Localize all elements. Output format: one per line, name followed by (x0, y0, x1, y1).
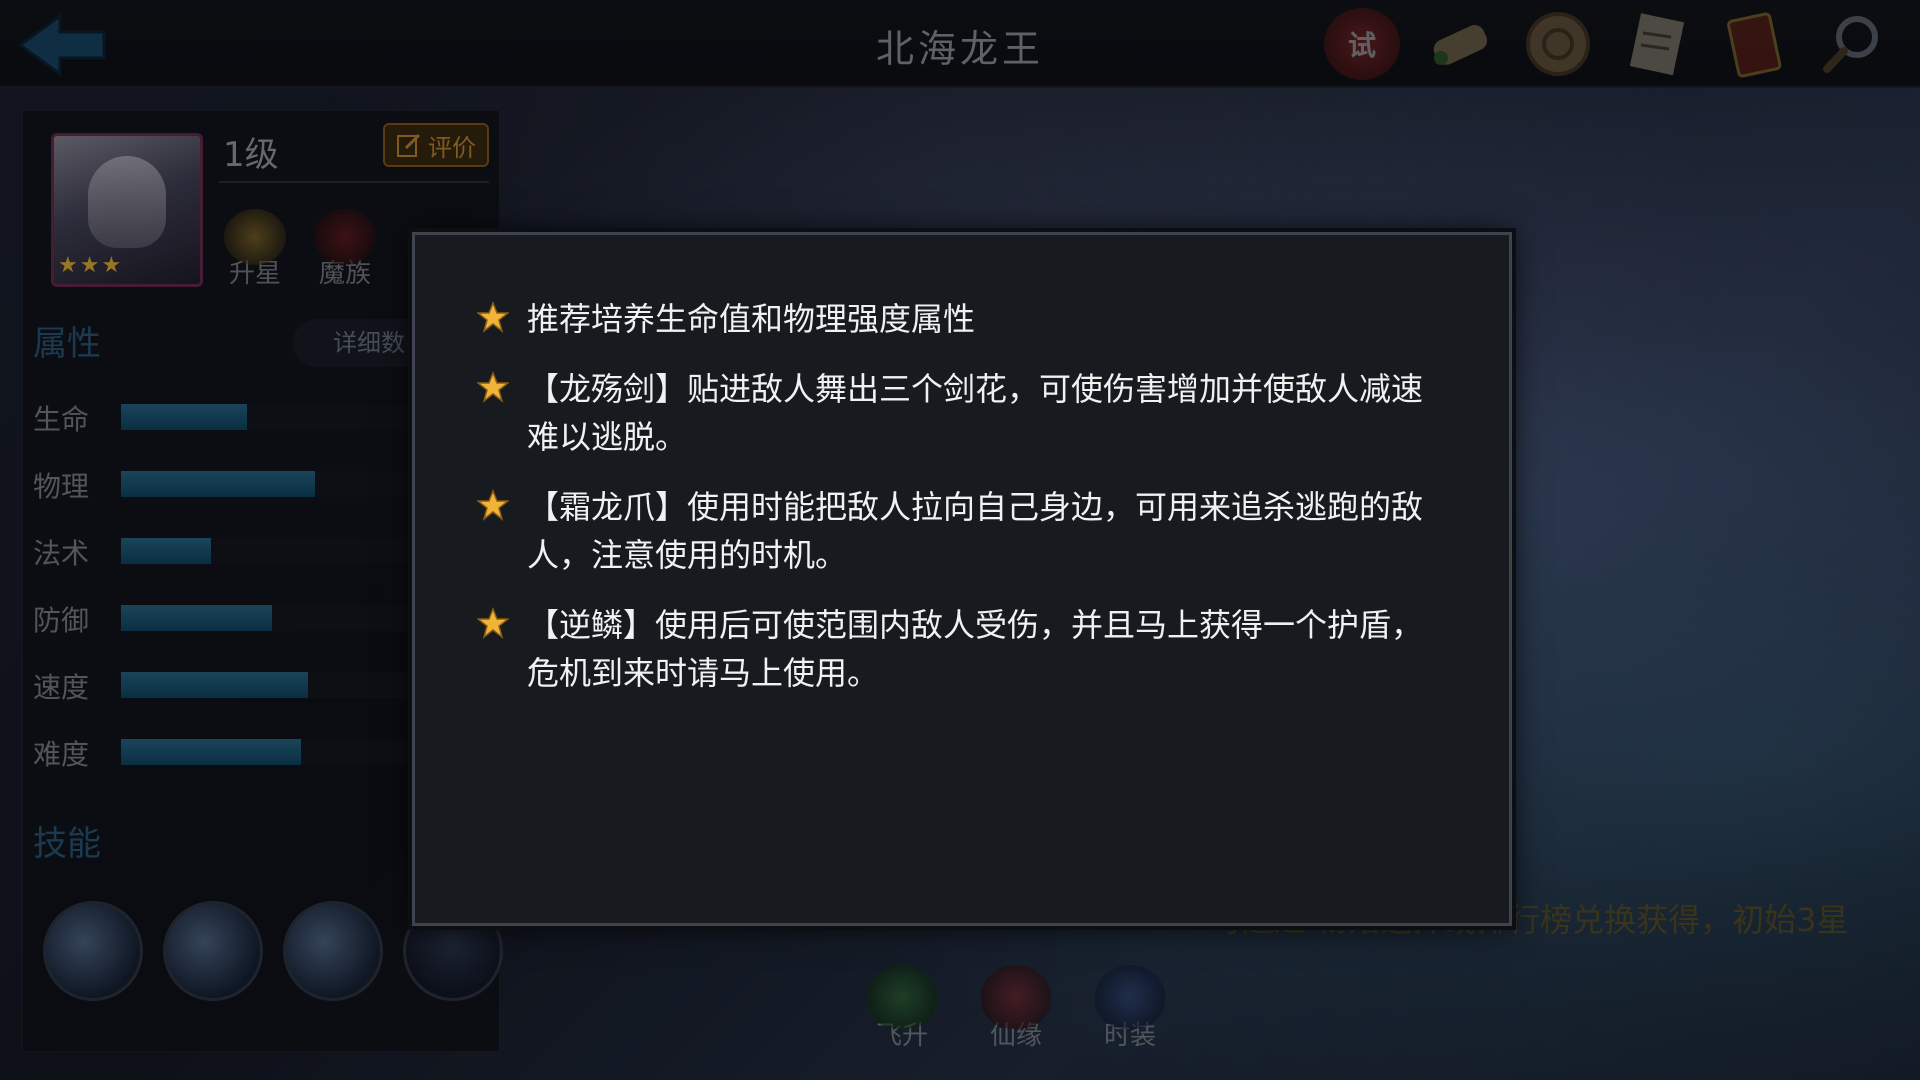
tip-text: 【霜龙爪】使用时能把敌人拉向自己身边，可用来追杀逃跑的敌人，注意使用的时机。 (527, 488, 1424, 574)
star-bullet-icon (477, 489, 509, 521)
tip-item: 【龙殇剑】贴进敌人舞出三个剑花，可使伤害增加并使敌人减速难以逃脱。 (477, 365, 1437, 461)
tip-item: 【逆鳞】使用后可使范围内敌人受伤，并且马上获得一个护盾，危机到来时请马上使用。 (477, 601, 1437, 697)
tip-text: 【龙殇剑】贴进敌人舞出三个剑花，可使伤害增加并使敌人减速难以逃脱。 (527, 370, 1424, 456)
star-bullet-icon (477, 607, 509, 639)
strategy-tips-dialog: 推荐培养生命值和物理强度属性 【龙殇剑】贴进敌人舞出三个剑花，可使伤害增加并使敌… (412, 232, 1512, 926)
tip-text: 推荐培养生命值和物理强度属性 (527, 300, 976, 338)
star-bullet-icon (477, 371, 509, 403)
tip-item: 推荐培养生命值和物理强度属性 (477, 295, 1437, 343)
tip-text: 【逆鳞】使用后可使范围内敌人受伤，并且马上获得一个护盾，危机到来时请马上使用。 (527, 606, 1424, 692)
tips-list: 推荐培养生命值和物理强度属性 【龙殇剑】贴进敌人舞出三个剑花，可使伤害增加并使敌… (477, 295, 1437, 719)
star-bullet-icon (477, 301, 509, 333)
tip-item: 【霜龙爪】使用时能把敌人拉向自己身边，可用来追杀逃跑的敌人，注意使用的时机。 (477, 483, 1437, 579)
